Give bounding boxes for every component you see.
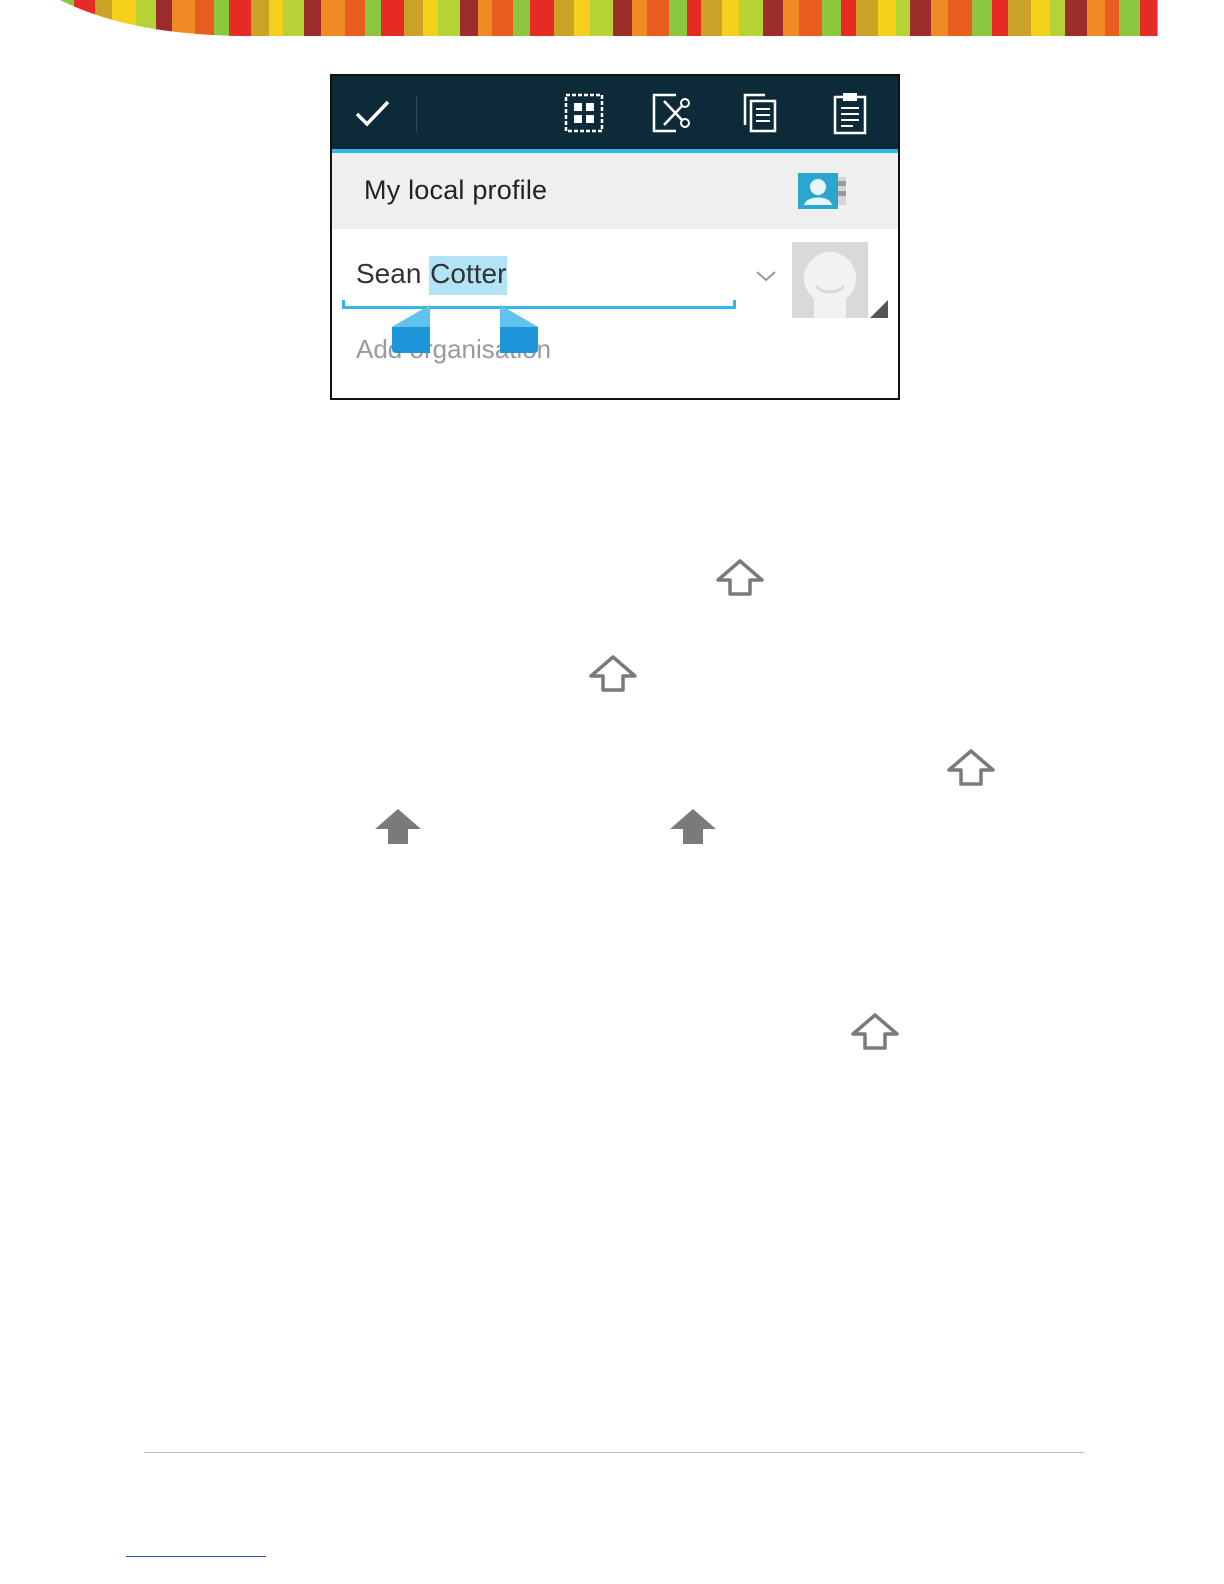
banner-stripe — [574, 0, 590, 36]
banner-stripe — [112, 0, 136, 36]
paste-button[interactable] — [826, 89, 874, 137]
footer-link-underline[interactable] — [126, 1556, 266, 1557]
banner-stripe — [229, 0, 251, 36]
copy-button[interactable] — [736, 89, 784, 137]
person-silhouette-icon — [804, 252, 856, 318]
banner-stripe — [841, 0, 856, 36]
banner-stripe — [136, 0, 156, 36]
banner-stripe — [783, 0, 799, 36]
avatar-corner-indicator-icon — [870, 300, 888, 318]
banner-stripe — [1087, 0, 1105, 36]
banner-stripe — [74, 0, 95, 36]
contact-card-icon[interactable] — [798, 171, 848, 211]
cut-icon — [652, 93, 690, 133]
phone-screenshot: My local profile Sean Cotter Add organis… — [330, 74, 900, 400]
banner-stripe — [931, 0, 948, 36]
banner-stripe — [1119, 0, 1140, 36]
cut-button[interactable] — [648, 89, 696, 137]
action-bar-divider — [416, 96, 417, 132]
checkmark-icon — [355, 100, 390, 127]
banner-stripe — [799, 0, 822, 36]
banner-stripe — [269, 0, 283, 36]
banner-stripe — [492, 0, 513, 36]
outline-up-arrow-icon — [589, 655, 637, 692]
banner-stripe — [365, 0, 381, 36]
banner-stripe — [156, 0, 172, 36]
decorative-banner — [60, 0, 1158, 36]
banner-stripe — [647, 0, 669, 36]
filled-up-arrow-icon — [375, 809, 421, 844]
profile-header: My local profile — [332, 153, 898, 229]
banner-stripe — [1157, 0, 1158, 36]
banner-stripe — [195, 0, 214, 36]
paste-icon — [833, 93, 867, 135]
banner-stripe — [1140, 0, 1157, 36]
footer-divider — [144, 1452, 1084, 1453]
name-field[interactable]: Sean Cotter — [342, 244, 738, 314]
done-button[interactable] — [348, 89, 396, 137]
banner-stripe — [856, 0, 878, 36]
selection-handle-left-icon[interactable] — [392, 305, 430, 353]
banner-stripe — [214, 0, 229, 36]
banner-stripe — [878, 0, 896, 36]
banner-stripe — [460, 0, 478, 36]
banner-stripe — [345, 0, 365, 36]
copy-icon — [743, 93, 777, 133]
banner-stripe — [1105, 0, 1119, 36]
banner-stripe — [972, 0, 992, 36]
banner-stripe — [1008, 0, 1031, 36]
banner-stripe — [822, 0, 841, 36]
banner-stripe — [948, 0, 972, 36]
name-unselected-text: Sean — [356, 258, 430, 289]
banner-stripe — [95, 0, 112, 36]
outline-up-arrow-icon — [947, 749, 995, 786]
avatar[interactable] — [792, 242, 868, 318]
filled-up-arrow-icon — [670, 809, 716, 844]
contextual-action-bar — [332, 76, 898, 149]
banner-stripe — [438, 0, 460, 36]
banner-stripe — [321, 0, 345, 36]
banner-stripe — [763, 0, 783, 36]
banner-stripe — [554, 0, 574, 36]
banner-stripe — [404, 0, 423, 36]
outline-up-arrow-icon — [851, 1013, 899, 1050]
select-all-button[interactable] — [560, 89, 608, 137]
banner-stripe — [722, 0, 739, 36]
banner-stripe — [381, 0, 404, 36]
banner-stripe — [632, 0, 647, 36]
banner-stripe — [1050, 0, 1065, 36]
banner-stripe — [1031, 0, 1050, 36]
banner-stripe — [687, 0, 701, 36]
banner-stripe — [513, 0, 530, 36]
banner-stripe — [613, 0, 632, 36]
banner-stripe — [251, 0, 269, 36]
banner-stripe — [896, 0, 910, 36]
banner-stripe — [478, 0, 492, 36]
banner-stripe — [1065, 0, 1087, 36]
chevron-down-icon[interactable] — [754, 268, 778, 284]
profile-header-title: My local profile — [364, 175, 548, 205]
banner-stripe — [60, 0, 74, 36]
banner-stripe — [701, 0, 722, 36]
outline-up-arrow-icon — [716, 559, 764, 596]
banner-stripe — [283, 0, 304, 36]
banner-stripe — [739, 0, 763, 36]
selection-handle-right-icon[interactable] — [500, 305, 538, 353]
banner-stripe — [590, 0, 613, 36]
banner-stripe — [992, 0, 1008, 36]
banner-stripe — [910, 0, 931, 36]
banner-stripe — [172, 0, 195, 36]
name-selected-text: Cotter — [429, 256, 508, 295]
banner-stripe — [669, 0, 687, 36]
banner-stripe — [304, 0, 321, 36]
name-text[interactable]: Sean Cotter — [356, 256, 508, 295]
banner-stripe — [530, 0, 554, 36]
banner-stripe — [423, 0, 438, 36]
select-all-icon — [564, 93, 604, 133]
